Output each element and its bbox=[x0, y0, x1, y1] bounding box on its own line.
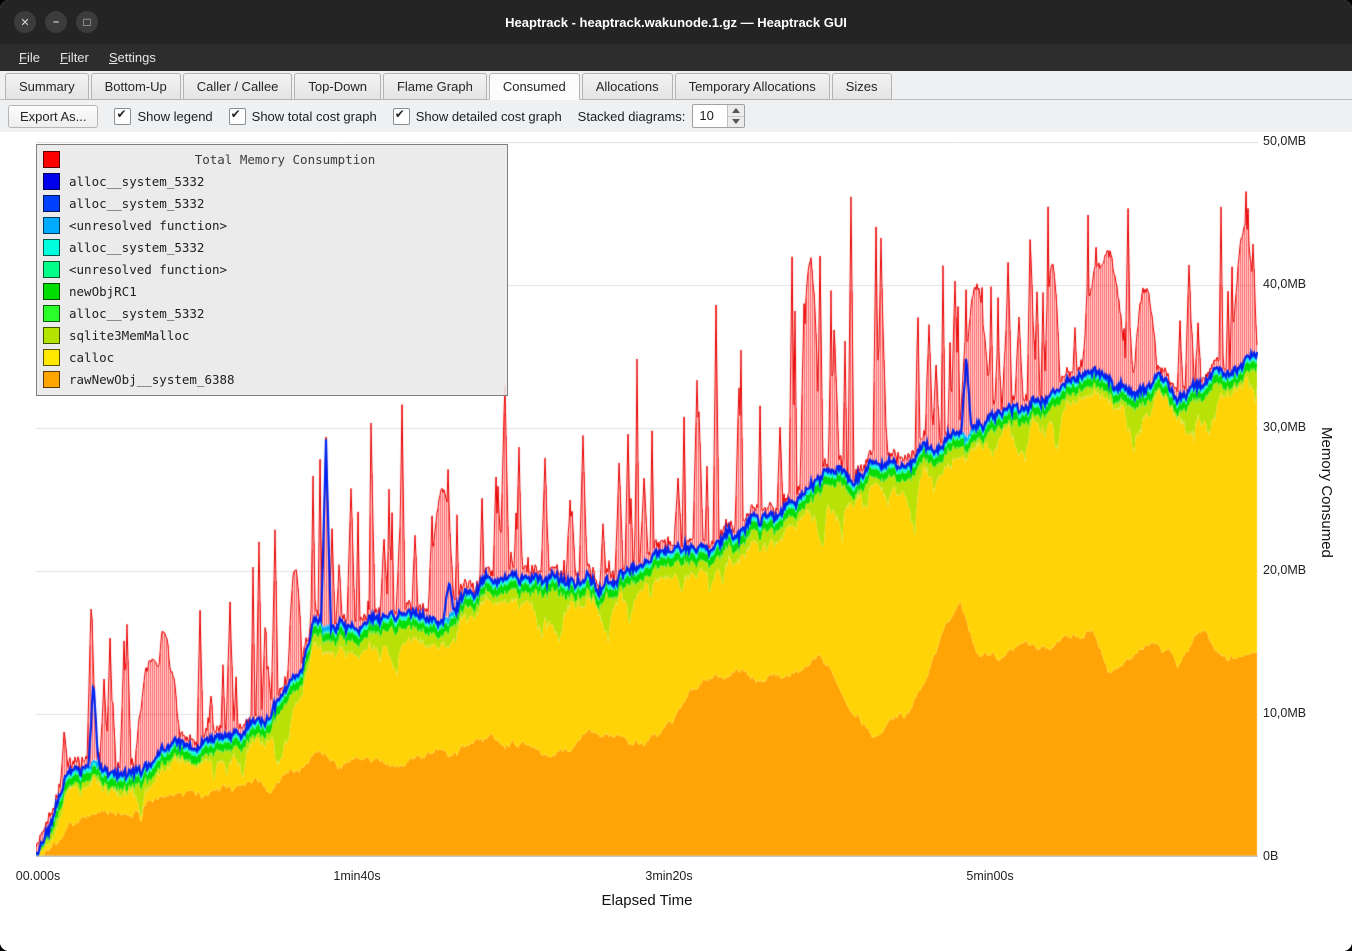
legend-label: <unresolved function> bbox=[69, 218, 227, 233]
x-axis-title: Elapsed Time bbox=[602, 892, 693, 909]
y-axis-tick-label: 30,0MB bbox=[1263, 420, 1306, 434]
titlebar: Heaptrack - heaptrack.wakunode.1.gz — He… bbox=[0, 0, 1352, 44]
y-axis-tick-label: 20,0MB bbox=[1263, 563, 1306, 577]
legend-label: <unresolved function> bbox=[69, 262, 227, 277]
legend-swatch bbox=[43, 217, 60, 234]
maximize-icon[interactable] bbox=[76, 11, 98, 33]
stacked-diagrams-value[interactable]: 10 bbox=[693, 105, 727, 127]
stacked-diagrams-group: Stacked diagrams: 10 bbox=[578, 104, 746, 128]
legend-label: alloc__system_5332 bbox=[69, 174, 204, 189]
tab-allocations[interactable]: Allocations bbox=[582, 73, 673, 100]
menu-file[interactable]: File bbox=[10, 47, 49, 68]
legend-label: alloc__system_5332 bbox=[69, 196, 204, 211]
x-axis-tick-label: 00.000s bbox=[16, 869, 60, 883]
show-detailed-cost-checkbox[interactable]: Show detailed cost graph bbox=[393, 108, 562, 125]
checkbox-icon[interactable] bbox=[114, 108, 131, 125]
legend-label: newObjRC1 bbox=[69, 284, 137, 299]
legend-swatch bbox=[43, 349, 60, 366]
legend-label: rawNewObj__system_6388 bbox=[69, 372, 235, 387]
minimize-icon[interactable] bbox=[45, 11, 67, 33]
legend-swatch bbox=[43, 371, 60, 388]
y-axis-tick-label: 40,0MB bbox=[1263, 277, 1306, 291]
window-controls bbox=[14, 11, 98, 33]
tab-temporary-allocations[interactable]: Temporary Allocations bbox=[675, 73, 830, 100]
legend-item: newObjRC1 bbox=[37, 280, 507, 302]
tab-bar: Summary Bottom-Up Caller / Callee Top-Do… bbox=[0, 71, 1352, 100]
heaptrack-window: Heaptrack - heaptrack.wakunode.1.gz — He… bbox=[0, 0, 1352, 951]
legend-swatch bbox=[43, 327, 60, 344]
menu-settings[interactable]: Settings bbox=[100, 47, 165, 68]
menubar: File Filter Settings bbox=[0, 44, 1352, 71]
legend-swatch-total bbox=[43, 151, 60, 168]
x-axis-tick-label: 1min40s bbox=[333, 869, 380, 883]
legend-label: alloc__system_5332 bbox=[69, 306, 204, 321]
x-axis-tick-label: 5min00s bbox=[966, 869, 1013, 883]
legend-item: alloc__system_5332 bbox=[37, 192, 507, 214]
legend-swatch bbox=[43, 261, 60, 278]
tab-top-down[interactable]: Top-Down bbox=[294, 73, 381, 100]
show-detailed-cost-label: Show detailed cost graph bbox=[416, 109, 562, 124]
legend-item: <unresolved function> bbox=[37, 214, 507, 236]
export-as-button[interactable]: Export As... bbox=[8, 105, 98, 128]
spin-up-icon[interactable] bbox=[728, 105, 744, 117]
tab-flame-graph[interactable]: Flame Graph bbox=[383, 73, 487, 100]
window-title: Heaptrack - heaptrack.wakunode.1.gz — He… bbox=[0, 15, 1352, 30]
show-legend-label: Show legend bbox=[137, 109, 212, 124]
toolbar: Export As... Show legend Show total cost… bbox=[0, 100, 1352, 132]
tab-summary[interactable]: Summary bbox=[5, 73, 89, 100]
legend-label: calloc bbox=[69, 350, 114, 365]
y-axis-tick-label: 50,0MB bbox=[1263, 134, 1306, 148]
checkbox-icon[interactable] bbox=[393, 108, 410, 125]
legend-item: alloc__system_5332 bbox=[37, 236, 507, 258]
show-legend-checkbox[interactable]: Show legend bbox=[114, 108, 212, 125]
legend-item: sqlite3MemMalloc bbox=[37, 324, 507, 346]
legend-title: Total Memory Consumption bbox=[69, 152, 501, 167]
legend-label: sqlite3MemMalloc bbox=[69, 328, 189, 343]
x-axis-tick-label: 3min20s bbox=[645, 869, 692, 883]
legend-swatch bbox=[43, 283, 60, 300]
y-axis-title: Memory Consumed bbox=[1318, 427, 1335, 558]
legend-item: <unresolved function> bbox=[37, 258, 507, 280]
consumed-chart-area: Total Memory Consumption alloc__system_5… bbox=[0, 132, 1352, 951]
legend-swatch bbox=[43, 173, 60, 190]
legend-item: alloc__system_5332 bbox=[37, 302, 507, 324]
show-total-cost-checkbox[interactable]: Show total cost graph bbox=[229, 108, 377, 125]
stacked-diagrams-label: Stacked diagrams: bbox=[578, 109, 686, 124]
tab-bottom-up[interactable]: Bottom-Up bbox=[91, 73, 181, 100]
chart-legend: Total Memory Consumption alloc__system_5… bbox=[36, 144, 508, 396]
legend-swatch bbox=[43, 239, 60, 256]
stacked-diagrams-spinner[interactable]: 10 bbox=[692, 104, 745, 128]
legend-title-row: Total Memory Consumption bbox=[37, 148, 507, 170]
checkbox-icon[interactable] bbox=[229, 108, 246, 125]
y-axis-tick-label: 0B bbox=[1263, 849, 1278, 863]
y-axis-tick-label: 10,0MB bbox=[1263, 706, 1306, 720]
tab-consumed[interactable]: Consumed bbox=[489, 73, 580, 100]
legend-item: calloc bbox=[37, 346, 507, 368]
spin-down-icon[interactable] bbox=[728, 117, 744, 128]
legend-swatch bbox=[43, 305, 60, 322]
tab-caller-callee[interactable]: Caller / Callee bbox=[183, 73, 293, 100]
legend-item: alloc__system_5332 bbox=[37, 170, 507, 192]
spinner-buttons bbox=[727, 105, 744, 127]
close-icon[interactable] bbox=[14, 11, 36, 33]
legend-label: alloc__system_5332 bbox=[69, 240, 204, 255]
legend-item: rawNewObj__system_6388 bbox=[37, 368, 507, 390]
show-total-cost-label: Show total cost graph bbox=[252, 109, 377, 124]
menu-filter[interactable]: Filter bbox=[51, 47, 98, 68]
legend-swatch bbox=[43, 195, 60, 212]
tab-sizes[interactable]: Sizes bbox=[832, 73, 892, 100]
